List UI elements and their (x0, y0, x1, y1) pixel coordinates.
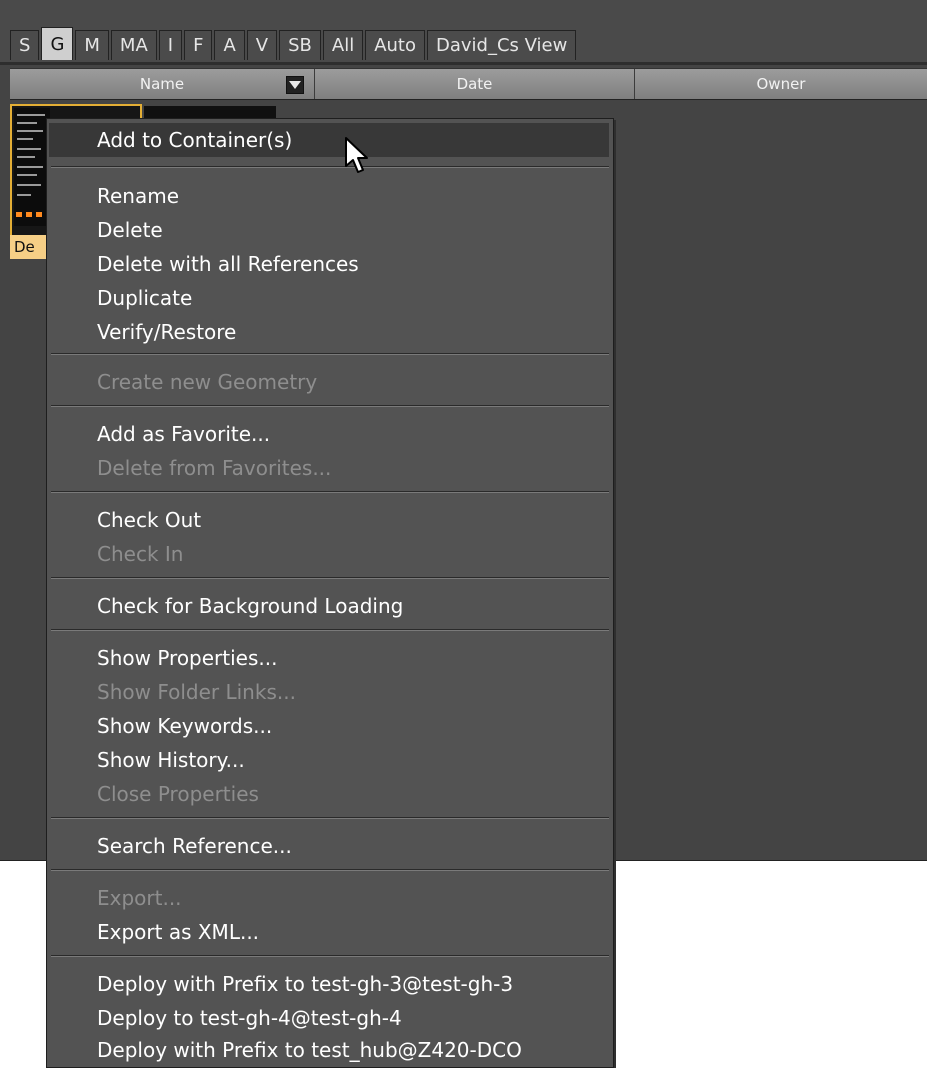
menu-item-export: Export... (97, 886, 182, 910)
menu-item-show-keywords[interactable]: Show Keywords... (49, 709, 609, 743)
menu-item-show-folder-links: Show Folder Links... (97, 680, 296, 704)
tab-strip: S G M MA I F A V SB All Auto David_Cs Vi… (0, 0, 927, 65)
menu-item-create-geometry: Create new Geometry (97, 370, 318, 394)
tab-ma[interactable]: MA (110, 30, 157, 60)
tab-a[interactable]: A (214, 30, 245, 60)
dropdown-arrow-icon[interactable] (286, 76, 304, 94)
tab-m[interactable]: M (75, 30, 109, 60)
file-thumbnail (14, 108, 50, 226)
menu-separator (51, 166, 609, 168)
menu-item-add-favorite[interactable]: Add as Favorite... (49, 417, 609, 451)
menu-item-close-properties: Close Properties (97, 782, 259, 806)
tab-g[interactable]: G (41, 27, 74, 60)
context-menu: Add to Container(s) Rename Delete Delete… (46, 118, 614, 1068)
menu-item-deploy-gh4[interactable]: Deploy to test-gh-4@test-gh-4 (49, 1001, 609, 1035)
column-owner-label: Owner (756, 75, 806, 93)
file-item-label[interactable]: De (10, 235, 50, 259)
menu-separator (51, 869, 609, 871)
column-owner-header[interactable]: Owner (635, 69, 927, 99)
menu-item-add-to-container[interactable]: Add to Container(s) (49, 123, 609, 157)
column-name-label: Name (139, 75, 185, 93)
menu-separator (51, 491, 609, 493)
tab-bar: S G M MA I F A V SB All Auto David_Cs Vi… (10, 26, 578, 60)
column-header: Name Date Owner (10, 68, 927, 100)
tab-auto[interactable]: Auto (365, 30, 425, 60)
menu-item-rename[interactable]: Rename (49, 179, 609, 213)
menu-item-deploy-prefix-gh3[interactable]: Deploy with Prefix to test-gh-3@test-gh-… (49, 967, 609, 1001)
column-date-header[interactable]: Date (315, 69, 635, 99)
menu-separator (51, 817, 609, 819)
menu-item-duplicate[interactable]: Duplicate (49, 281, 609, 315)
menu-item-check-background-loading[interactable]: Check for Background Loading (49, 589, 609, 623)
menu-separator (51, 405, 609, 407)
menu-item-check-in: Check In (97, 542, 184, 566)
menu-item-show-history[interactable]: Show History... (49, 743, 609, 777)
tab-i[interactable]: I (158, 30, 183, 60)
menu-item-check-out[interactable]: Check Out (49, 503, 609, 537)
menu-item-deploy-prefix-hub[interactable]: Deploy with Prefix to test_hub@Z420-DCO (49, 1033, 609, 1067)
menu-item-search-reference[interactable]: Search Reference... (49, 829, 609, 863)
column-date-label: Date (456, 75, 493, 93)
tab-sb[interactable]: SB (279, 30, 321, 60)
tab-david-cs-view[interactable]: David_Cs View (427, 30, 577, 60)
menu-separator (51, 955, 609, 957)
menu-separator (51, 629, 609, 631)
tab-s[interactable]: S (10, 30, 40, 60)
menu-item-verify-restore[interactable]: Verify/Restore (49, 315, 609, 349)
menu-item-show-properties[interactable]: Show Properties... (49, 641, 609, 675)
menu-separator (51, 577, 609, 579)
tab-f[interactable]: F (184, 30, 213, 60)
mouse-pointer-icon (344, 136, 370, 176)
tab-all[interactable]: All (322, 30, 364, 60)
menu-item-delete[interactable]: Delete (49, 213, 609, 247)
menu-item-export-xml[interactable]: Export as XML... (49, 915, 609, 949)
menu-separator (51, 353, 609, 355)
column-name-header[interactable]: Name (10, 69, 315, 99)
menu-item-delete-all-references[interactable]: Delete with all References (49, 247, 609, 281)
menu-item-delete-favorites: Delete from Favorites... (97, 456, 332, 480)
tab-v[interactable]: V (246, 30, 278, 60)
